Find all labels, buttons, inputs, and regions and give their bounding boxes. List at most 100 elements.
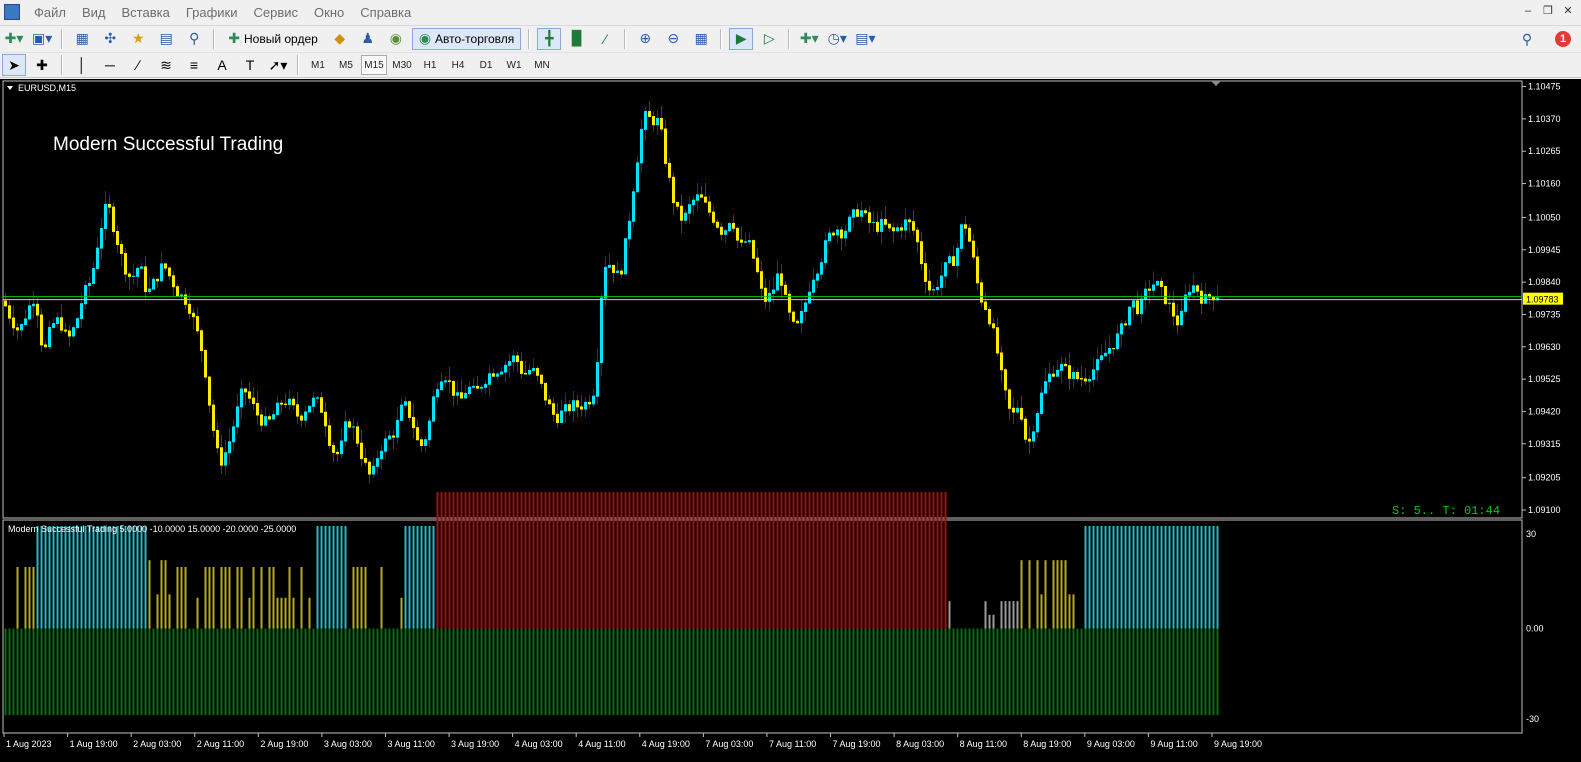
menu-help[interactable]: Справка [352, 5, 419, 20]
restore-icon[interactable]: ❐ [1541, 4, 1555, 18]
price-tick-label: 1.09315 [1528, 439, 1561, 449]
timeframe-m30[interactable]: M30 [389, 55, 415, 75]
timeframe-m5[interactable]: M5 [333, 55, 359, 75]
zoom-out-icon[interactable]: ⊖ [661, 28, 685, 50]
status-text: S: 5.. T: 01:44 [1392, 504, 1500, 518]
price-tick-label: 1.09630 [1528, 342, 1561, 352]
experts-icon[interactable]: ♟ [356, 28, 380, 50]
toolbar-right: ⚲ 1 [1513, 28, 1571, 50]
menu-view[interactable]: Вид [74, 5, 114, 20]
tile-windows-icon[interactable]: ▦ [689, 28, 713, 50]
time-tick-label: 7 Aug 19:00 [833, 739, 881, 749]
price-tick-label: 1.10050 [1528, 212, 1561, 222]
indicator-tick-label: 30 [1526, 529, 1536, 539]
timeframe-d1[interactable]: D1 [473, 55, 499, 75]
notification-badge[interactable]: 1 [1555, 31, 1571, 47]
candlestick-icon[interactable]: ▉ [565, 28, 589, 50]
time-tick-label: 9 Aug 19:00 [1214, 739, 1262, 749]
chart-shift-icon[interactable]: ▷ [757, 28, 781, 50]
price-tick-label: 1.10160 [1528, 179, 1561, 189]
menu-tools[interactable]: Сервис [246, 5, 307, 20]
time-axis: 1 Aug 2023 1 Aug 19:00 2 Aug 03:00 2 Aug 11… [3, 733, 1262, 749]
time-tick-label: 7 Aug 11:00 [769, 739, 816, 749]
arrows-icon[interactable]: ➚▾ [266, 54, 290, 76]
candles-group [4, 101, 1219, 484]
time-tick-label: 2 Aug 19:00 [260, 739, 308, 749]
time-tick-label: 9 Aug 11:00 [1150, 739, 1197, 749]
periods-icon[interactable]: ◷▾ [825, 28, 849, 50]
menu-window[interactable]: Окно [306, 5, 352, 20]
time-tick-label: 7 Aug 03:00 [705, 739, 753, 749]
market-watch-icon[interactable]: ▦ [70, 28, 94, 50]
autotrading-label: Авто-торговля [435, 31, 515, 46]
toolbar-separator [788, 28, 791, 49]
signals-icon[interactable]: ◉ [384, 28, 408, 50]
chart-shift-marker[interactable] [1211, 81, 1221, 86]
menu-file[interactable]: Файл [26, 5, 74, 20]
autoscroll-icon[interactable]: ▶ [729, 27, 754, 50]
price-tick-label: 1.10370 [1528, 114, 1561, 124]
time-tick-label: 3 Aug 19:00 [451, 739, 499, 749]
symbol-label: EURUSD,M15 [18, 83, 76, 93]
trendline-icon[interactable]: ∕ [126, 54, 150, 76]
indicator-tick-label: -30 [1526, 714, 1539, 724]
new-order-button[interactable]: ✚ Новый ордер [222, 28, 324, 50]
time-tick-label: 2 Aug 11:00 [197, 739, 244, 749]
timeframe-m1[interactable]: M1 [305, 55, 331, 75]
menu-bar: Файл Вид Вставка Графики Сервис Окно Спр… [0, 0, 1581, 24]
autotrading-icon: ◉ [418, 30, 432, 46]
timeframe-w1[interactable]: W1 [501, 55, 527, 75]
strategy-tester-icon[interactable]: ⚲ [182, 28, 206, 50]
window-controls: – ❐ ✕ [1521, 4, 1575, 18]
standard-toolbar: ✚▾ ▣▾ ▦ ✣ ★ ▤ ⚲ ✚ Новый ордер ◆ ♟ ◉ ◉ Авто… [0, 25, 1581, 51]
menu-charts[interactable]: Графики [178, 5, 246, 20]
crosshair-data-icon[interactable]: ✣ [98, 28, 122, 50]
chart-menu-icon[interactable] [7, 86, 13, 90]
terminal-icon[interactable]: ▤ [154, 28, 178, 50]
toolbar-separator [213, 28, 216, 49]
time-tick-label: 9 Aug 03:00 [1087, 739, 1135, 749]
autotrading-button[interactable]: ◉ Авто-торговля [411, 27, 522, 50]
timeframe-m15[interactable]: M15 [361, 55, 387, 75]
cursor-icon[interactable]: ➤ [2, 54, 26, 76]
search-icon[interactable]: ⚲ [1515, 28, 1539, 50]
indicator-axis: 30 0.00 -30 [1526, 529, 1544, 724]
text-icon[interactable]: A [210, 54, 234, 76]
timeframe-h1[interactable]: H1 [417, 55, 443, 75]
time-tick-label: 8 Aug 03:00 [896, 739, 944, 749]
text-label-icon[interactable]: T [238, 54, 262, 76]
profiles-icon[interactable]: ▣▾ [30, 28, 54, 50]
price-tick-label: 1.09945 [1528, 245, 1561, 255]
indicators-icon[interactable]: ✚▾ [797, 28, 821, 50]
time-tick-label: 4 Aug 11:00 [578, 739, 625, 749]
navigator-icon[interactable]: ★ [126, 28, 150, 50]
fibonacci-icon[interactable]: ≡ [182, 54, 206, 76]
minimize-icon[interactable]: – [1521, 4, 1535, 18]
new-chart-icon[interactable]: ✚▾ [2, 28, 26, 50]
time-tick-label: 4 Aug 19:00 [642, 739, 690, 749]
crosshair-icon[interactable]: ✚ [30, 54, 54, 76]
indicator-tick-label: 0.00 [1526, 624, 1544, 634]
timeframe-h4[interactable]: H4 [445, 55, 471, 75]
price-tick-label: 1.09735 [1528, 309, 1561, 319]
zoom-in-icon[interactable]: ⊕ [633, 28, 657, 50]
chart-window[interactable]: 1.10475 1.10370 1.10265 1.10160 1.10050 1.099… [0, 79, 1581, 762]
vertical-line-icon[interactable]: │ [70, 54, 94, 76]
close-icon[interactable]: ✕ [1561, 4, 1575, 18]
new-order-label: Новый ордер [244, 31, 318, 46]
toolbar-separator [624, 28, 627, 49]
toolbar-separator [720, 28, 723, 49]
price-tick-label: 1.10265 [1528, 146, 1561, 156]
price-tick-label: 1.09100 [1528, 505, 1561, 515]
line-chart-icon[interactable]: ∕ [593, 28, 617, 50]
indicator-label: Modern Successful Trading 5.0000 -10.000… [8, 524, 296, 534]
metaeditor-icon[interactable]: ◆ [328, 28, 352, 50]
menu-insert[interactable]: Вставка [114, 5, 178, 20]
toolbar-separator [61, 28, 64, 49]
horizontal-line-icon[interactable]: ─ [98, 54, 122, 76]
chart-canvas[interactable]: 1.10475 1.10370 1.10265 1.10160 1.10050 1.099… [0, 79, 1581, 762]
templates-icon[interactable]: ▤▾ [853, 28, 877, 50]
bar-chart-icon[interactable]: ╋ [537, 27, 562, 50]
equidistant-channel-icon[interactable]: ≋ [154, 54, 178, 76]
timeframe-mn[interactable]: MN [529, 55, 555, 75]
